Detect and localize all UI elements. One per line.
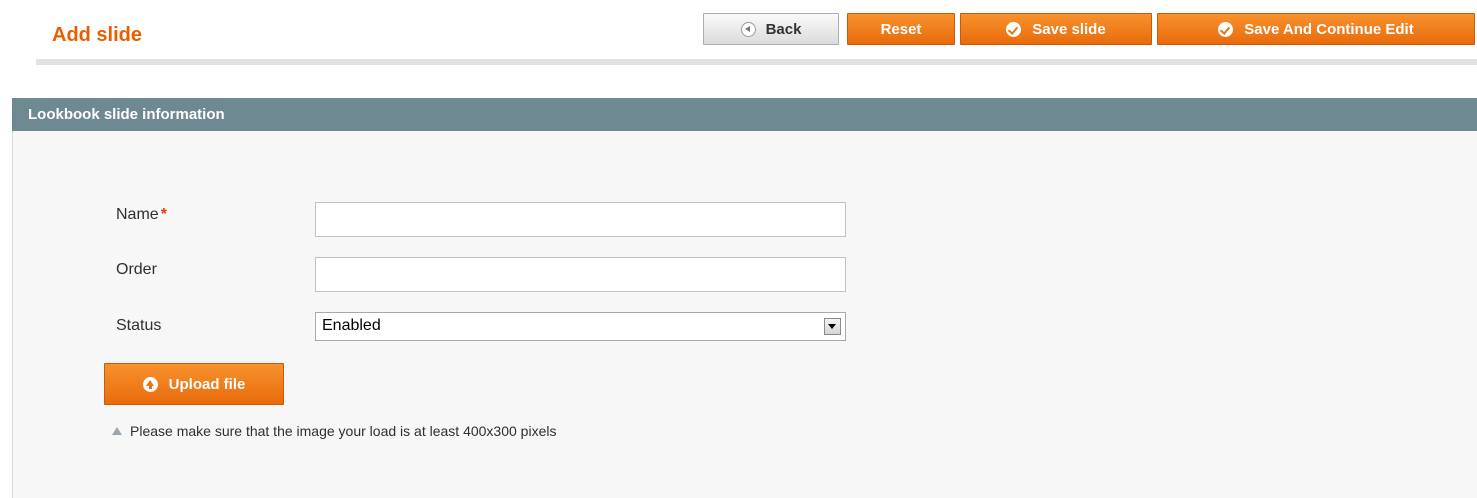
reset-button[interactable]: Reset [847, 13, 955, 45]
order-field[interactable] [315, 257, 846, 292]
order-label: Order [116, 261, 157, 278]
upload-note-text: Please make sure that the image your loa… [130, 423, 557, 439]
save-and-continue-button-label: Save And Continue Edit [1244, 20, 1414, 38]
name-label: Name * [116, 206, 167, 224]
status-label: Status [116, 317, 162, 334]
upload-arrow-icon [142, 376, 158, 392]
save-slide-button[interactable]: Save slide [960, 13, 1152, 45]
name-label-text: Name [116, 206, 159, 223]
page: Add slide Back Reset Save slide Save And… [0, 0, 1477, 498]
status-selected-value: Enabled [322, 317, 381, 334]
page-title: Add slide [52, 24, 143, 46]
upload-note: Please make sure that the image your loa… [112, 423, 556, 439]
back-button[interactable]: Back [703, 13, 839, 45]
save-and-continue-button[interactable]: Save And Continue Edit [1157, 13, 1475, 45]
required-marker: * [160, 206, 167, 223]
triangle-note-icon [112, 427, 122, 435]
back-arrow-icon [740, 21, 756, 37]
save-slide-button-label: Save slide [1032, 20, 1106, 38]
header-divider [36, 59, 1477, 65]
checkmark-icon [1006, 21, 1022, 37]
name-field[interactable] [315, 202, 846, 237]
upload-file-button-label: Upload file [168, 375, 246, 393]
chevron-down-icon[interactable] [824, 318, 841, 335]
checkmark-icon [1218, 21, 1234, 37]
upload-file-button[interactable]: Upload file [104, 363, 284, 405]
back-button-label: Back [765, 20, 802, 38]
status-select[interactable]: Enabled [315, 312, 846, 341]
fieldset-header: Lookbook slide information [12, 98, 1477, 131]
reset-button-label: Reset [880, 20, 922, 38]
